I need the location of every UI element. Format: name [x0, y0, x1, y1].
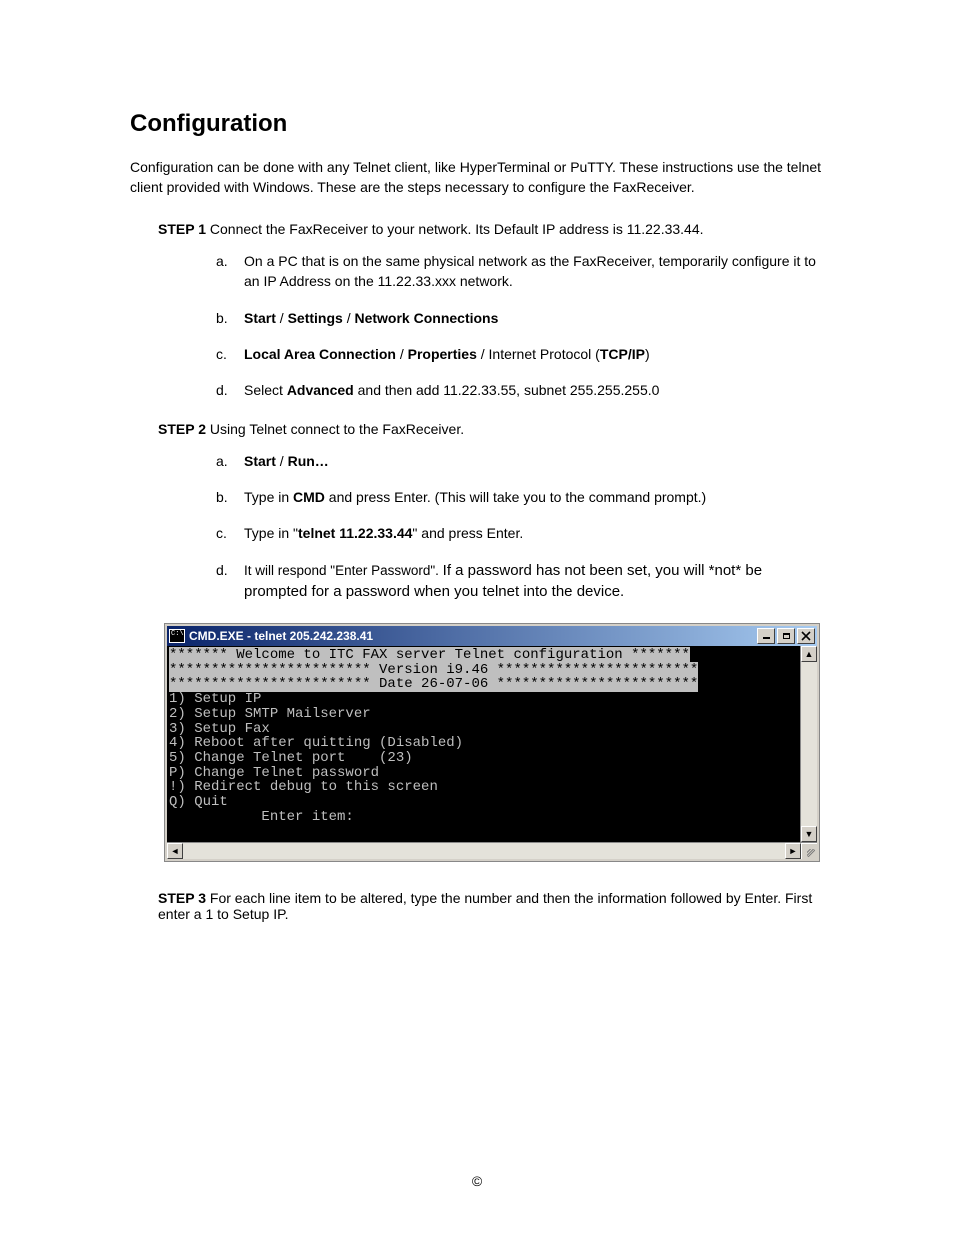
- terminal-body[interactable]: ******* Welcome to ITC FAX server Telnet…: [167, 646, 800, 842]
- cmd-icon: [169, 629, 185, 643]
- step-2-d: d. It will respond "Enter Password". If …: [216, 560, 824, 604]
- step-1-d: d. Select Advanced and then add 11.22.33…: [216, 380, 824, 400]
- step-2-c: c. Type in "telnet 11.22.33.44" and pres…: [216, 523, 824, 543]
- horizontal-scrollbar[interactable]: ◄ ►: [167, 842, 817, 859]
- resize-grip-icon[interactable]: [801, 843, 817, 859]
- step-1-b: b. Start / Settings / Network Connection…: [216, 308, 824, 328]
- terminal-window: CMD.EXE - telnet 205.242.238.41 ******* …: [164, 623, 820, 862]
- scroll-left-button[interactable]: ◄: [167, 843, 183, 859]
- step-1-c: c. Local Area Connection / Properties / …: [216, 344, 824, 364]
- step-1-text: Connect the FaxReceiver to your network.…: [206, 221, 704, 237]
- step-2-label: STEP 2: [158, 421, 206, 437]
- step-1-label: STEP 1: [158, 221, 206, 237]
- minimize-button[interactable]: [757, 628, 775, 644]
- step-3: STEP 3 For each line item to be altered,…: [130, 890, 824, 922]
- scroll-track[interactable]: [801, 662, 817, 826]
- scroll-track-h[interactable]: [183, 843, 785, 859]
- intro-paragraph: Configuration can be done with any Telne…: [130, 158, 824, 197]
- vertical-scrollbar[interactable]: ▲ ▼: [800, 646, 817, 842]
- step-3-text: For each line item to be altered, type t…: [158, 890, 812, 922]
- close-button[interactable]: [797, 628, 815, 644]
- maximize-button[interactable]: [777, 628, 795, 644]
- scroll-up-button[interactable]: ▲: [801, 646, 817, 662]
- scroll-right-button[interactable]: ►: [785, 843, 801, 859]
- step-2-text: Using Telnet connect to the FaxReceiver.: [206, 421, 464, 437]
- step-1: STEP 1 Connect the FaxReceiver to your n…: [130, 221, 824, 237]
- step-2: STEP 2 Using Telnet connect to the FaxRe…: [130, 421, 824, 437]
- step-1-sublist: a. On a PC that is on the same physical …: [130, 251, 824, 400]
- terminal-titlebar[interactable]: CMD.EXE - telnet 205.242.238.41: [167, 626, 817, 646]
- step-3-label: STEP 3: [158, 890, 206, 906]
- step-2-b: b. Type in CMD and press Enter. (This wi…: [216, 487, 824, 507]
- page-title: Configuration: [130, 110, 824, 138]
- scroll-down-button[interactable]: ▼: [801, 826, 817, 842]
- footer-copyright: ©: [0, 1173, 954, 1189]
- terminal-title: CMD.EXE - telnet 205.242.238.41: [189, 629, 757, 643]
- step-2-sublist: a. Start / Run… b. Type in CMD and press…: [130, 451, 824, 603]
- step-2-a: a. Start / Run…: [216, 451, 824, 471]
- step-1-a: a. On a PC that is on the same physical …: [216, 251, 824, 292]
- step-1-a-text: On a PC that is on the same physical net…: [244, 251, 824, 292]
